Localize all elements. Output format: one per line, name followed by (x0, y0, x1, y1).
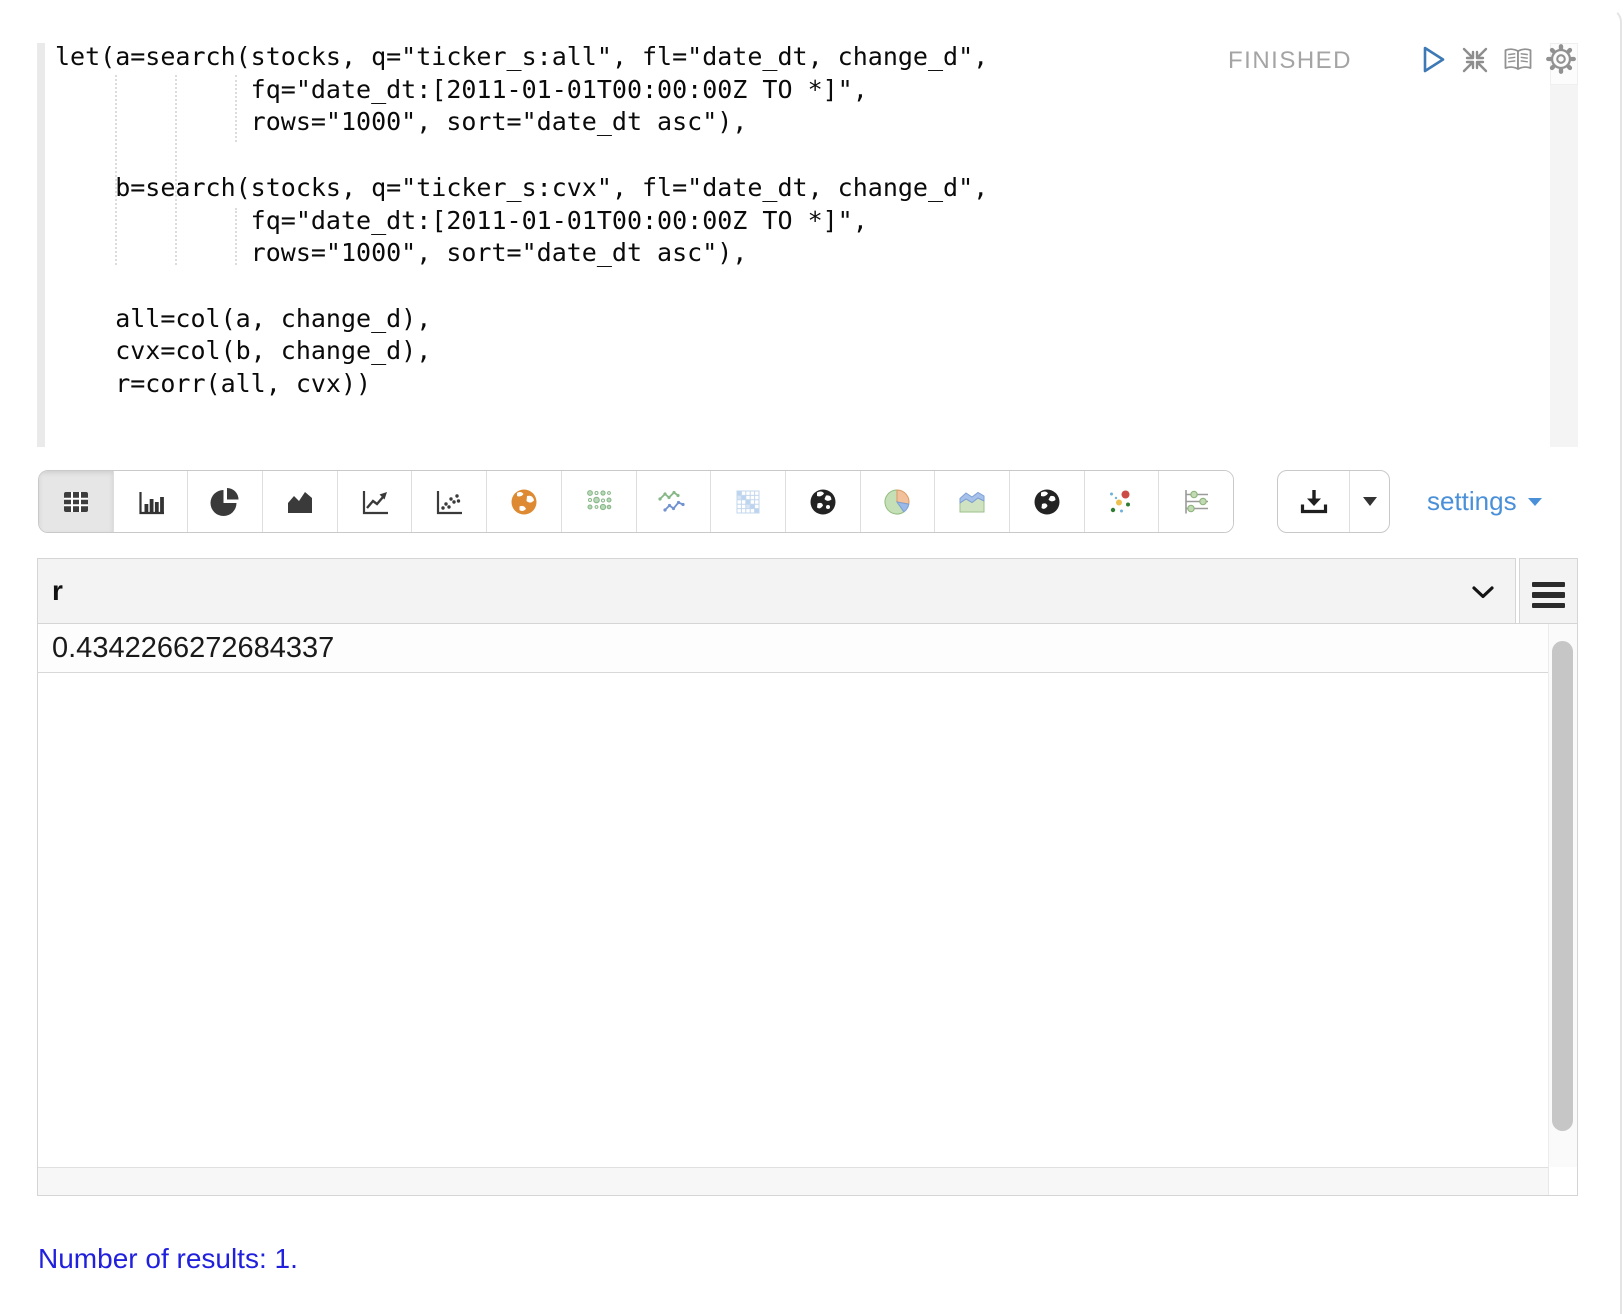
caret-down-icon (1363, 497, 1377, 506)
scrollbar-corner (1548, 1167, 1577, 1195)
editor-scrollbar-track[interactable] (1550, 85, 1578, 447)
column-header-label: r (52, 559, 63, 623)
chart-button-globe-1[interactable] (785, 471, 860, 532)
results-count-text: Number of results: 1. (38, 1243, 298, 1275)
caret-down-icon (1528, 498, 1542, 506)
chart-button-line[interactable] (337, 471, 412, 532)
chart-type-toolbar (38, 470, 1234, 533)
table-row: 0.4342266272684337 (38, 624, 1577, 673)
bubble-grid-icon (582, 485, 616, 519)
book-icon (1501, 43, 1535, 77)
chart-button-area-colored[interactable] (934, 471, 1009, 532)
settings-label: settings (1427, 486, 1517, 517)
show-editor-button[interactable] (1501, 43, 1535, 77)
code-text: let(a=search(stocks, q="ticker_s:all", f… (55, 41, 988, 401)
pie-chart-icon (208, 485, 242, 519)
page-right-border (1578, 8, 1622, 1314)
download-button[interactable] (1278, 471, 1349, 532)
settings-link[interactable]: settings (1427, 470, 1542, 533)
code-editor[interactable]: let(a=search(stocks, q="ticker_s:all", f… (37, 43, 1580, 447)
collapse-width-button[interactable] (1458, 43, 1492, 77)
table-icon (59, 485, 93, 519)
globe-orange-icon (507, 485, 541, 519)
chart-button-heatmap[interactable] (710, 471, 785, 532)
chart-button-bubble-grid[interactable] (561, 471, 636, 532)
scatter-colored-icon (1104, 485, 1138, 519)
download-options-button[interactable] (1349, 471, 1389, 532)
multi-line-icon (656, 485, 690, 519)
play-icon (1416, 44, 1448, 76)
paragraph-status: FINISHED (1228, 47, 1352, 75)
editor-gutter-strip (37, 43, 45, 447)
gear-icon (1544, 41, 1578, 77)
result-column-header[interactable]: r (37, 558, 1516, 624)
chart-button-table[interactable] (39, 471, 113, 532)
pie-colored-icon (880, 485, 914, 519)
download-button-group (1277, 470, 1390, 533)
grid-menu-button[interactable] (1519, 558, 1578, 632)
chart-button-sliders[interactable] (1158, 471, 1233, 532)
paragraph-settings-button[interactable] (1544, 42, 1578, 76)
vertical-scrollbar-thumb[interactable] (1552, 641, 1573, 1131)
area-colored-icon (955, 485, 989, 519)
scatter-plot-icon (432, 485, 466, 519)
chart-button-area[interactable] (262, 471, 337, 532)
chart-button-pie[interactable] (187, 471, 262, 532)
area-chart-icon (283, 485, 317, 519)
chevron-down-icon[interactable] (1471, 585, 1495, 600)
globe-dark-icon (806, 485, 840, 519)
chart-button-bar[interactable] (113, 471, 188, 532)
chart-button-scatter[interactable] (411, 471, 486, 532)
result-table: 0.4342266272684337 (37, 623, 1578, 1196)
horizontal-scrollbar-track[interactable] (38, 1167, 1577, 1195)
globe-dark2-icon (1030, 485, 1064, 519)
line-chart-icon (358, 485, 392, 519)
chart-button-pie-colored[interactable] (860, 471, 935, 532)
chart-button-map-orange[interactable] (486, 471, 561, 532)
compress-icon (1459, 44, 1491, 76)
chart-button-globe-2[interactable] (1009, 471, 1084, 532)
run-paragraph-button[interactable] (1415, 43, 1449, 77)
download-icon (1297, 485, 1331, 519)
chart-button-scatter-colored[interactable] (1084, 471, 1159, 532)
sliders-icon (1179, 485, 1213, 519)
chart-button-multi-line[interactable] (636, 471, 711, 532)
heatmap-icon (731, 485, 765, 519)
bar-chart-icon (134, 485, 168, 519)
